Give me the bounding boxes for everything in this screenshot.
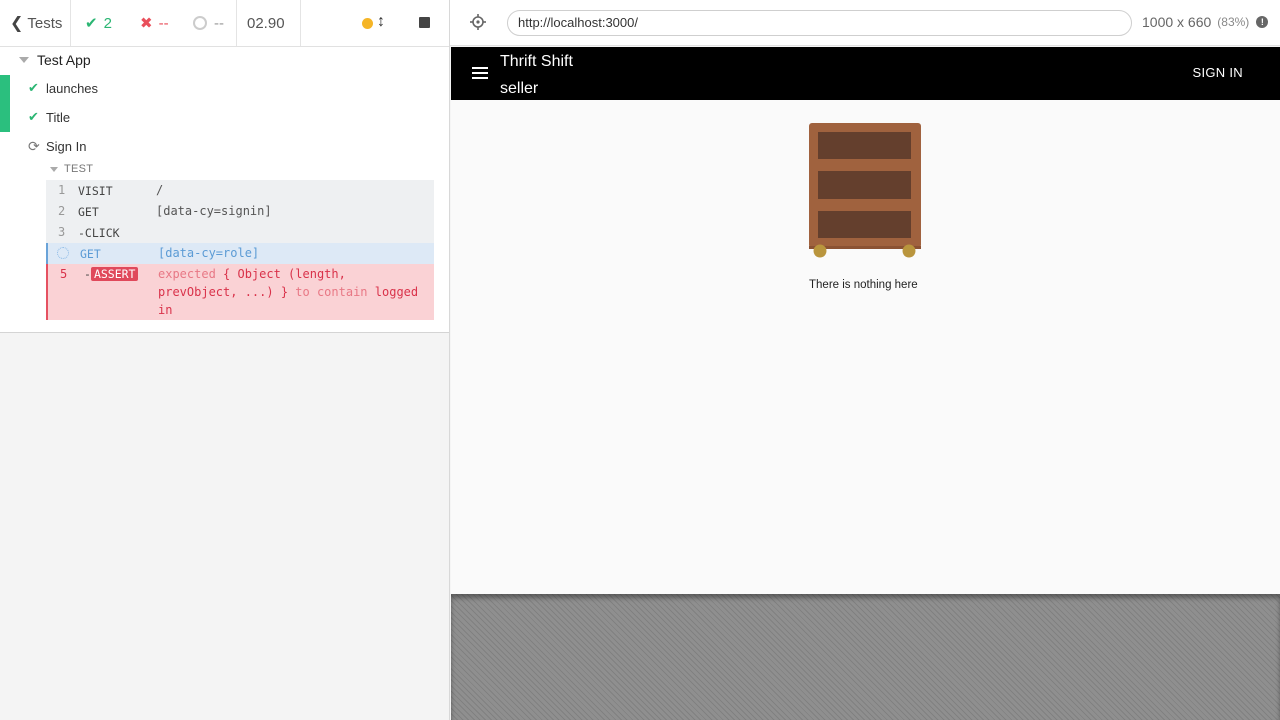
command-number: 3 (58, 225, 66, 239)
chevron-left-icon: ❮ (10, 15, 24, 32)
test-launches[interactable]: ✔ launches (28, 77, 98, 99)
command-name: VISIT (78, 184, 113, 198)
empty-state-message: There is nothing here (809, 279, 918, 291)
hook-header[interactable]: TEST (50, 161, 93, 177)
command-number: 5 (60, 267, 68, 281)
assert-badge: ASSERT (90, 267, 139, 281)
auto-scroll-toggle-icon[interactable]: ↕ (377, 13, 385, 31)
test-title-row[interactable]: ✔ Title (28, 106, 70, 128)
check-icon: ✔ (85, 15, 98, 32)
check-icon: ✔ (28, 80, 39, 95)
check-icon: ✔ (28, 109, 39, 124)
viewport-info: 1000 x 660 (83%) ! (1142, 14, 1269, 30)
command-list: 1 VISIT / 2 GET [data-cy=signin] 3 -CLIC… (46, 180, 434, 320)
failed-count[interactable]: ✖ -- (140, 0, 169, 46)
command-number: 2 (58, 204, 66, 218)
hook-label: TEST (64, 163, 94, 175)
command-row-failed[interactable]: 5 - ASSERT expected { Object (length, pre… (46, 264, 434, 320)
empty-drawer-icon (809, 123, 921, 258)
pending-count[interactable]: -- (193, 0, 224, 46)
aut-header: http://localhost:3000/ 1000 x 660 (83%) … (450, 0, 1280, 46)
menu-icon[interactable] (472, 67, 488, 79)
app-subtitle: seller (500, 80, 539, 97)
pending-value: -- (214, 14, 224, 32)
app-bar: Thrift Shift seller SIGN IN (451, 47, 1280, 100)
test-title: launches (46, 80, 99, 96)
passed-count[interactable]: ✔ 2 (85, 0, 112, 46)
tests-label: Tests (27, 14, 63, 32)
loading-spinner-icon (57, 247, 69, 259)
command-prefix: - (84, 267, 91, 281)
test-title: Sign In (46, 138, 87, 154)
duration: 02.90 (247, 14, 285, 32)
passed-indicator-bar (0, 75, 10, 132)
aut-iframe: Thrift Shift seller SIGN IN There is not… (451, 47, 1280, 594)
stop-button[interactable] (419, 17, 430, 28)
assert-keyword: to contain (295, 285, 368, 299)
command-message: [data-cy=role] (158, 246, 260, 260)
app-title-line: Thrift Shift (500, 53, 573, 70)
divider (70, 0, 71, 46)
command-row-pending[interactable]: GET [data-cy=role] (46, 243, 434, 264)
runnables-list: Test App ✔ launches ✔ Title ⟳ Sign In TE… (0, 47, 449, 333)
command-row[interactable]: 1 VISIT / (46, 180, 434, 201)
selector-playground-crosshair-icon[interactable] (470, 14, 486, 30)
running-indicator-icon (362, 18, 373, 29)
aut-background-area (451, 594, 1280, 720)
command-message: [data-cy=signin] (156, 204, 272, 218)
viewport-size: 1000 x 660 (1142, 14, 1212, 30)
caret-down-icon (19, 57, 29, 63)
command-number: 1 (58, 183, 66, 197)
assert-keyword: expected (158, 267, 216, 281)
divider (236, 0, 237, 46)
reporter-header: ❮ Tests ✔ 2 ✖ -- -- 02.90 ↕ (0, 0, 449, 47)
command-name: -CLICK (78, 226, 120, 240)
info-icon[interactable]: ! (1256, 16, 1269, 28)
command-name: GET (78, 205, 99, 219)
refresh-icon: ⟳ (28, 137, 40, 154)
reporter-panel: ❮ Tests ✔ 2 ✖ -- -- 02.90 ↕ Test App ✔ l… (0, 0, 450, 720)
tests-button[interactable]: ❮ Tests (10, 0, 62, 46)
test-sign-in[interactable]: ⟳ Sign In (28, 135, 86, 157)
suite-header[interactable]: Test App (0, 49, 91, 71)
viewport-scale: (83%) (1217, 15, 1250, 29)
passed-value: 2 (103, 14, 112, 32)
command-row[interactable]: 3 -CLICK (46, 222, 434, 243)
cross-icon: ✖ (140, 15, 153, 32)
command-name: GET (80, 247, 101, 261)
suite-title: Test App (37, 52, 91, 68)
sign-in-button[interactable]: SIGN IN (1193, 65, 1244, 80)
failed-value: -- (158, 14, 169, 32)
command-message: / (156, 183, 164, 197)
command-name: - ASSERT (84, 267, 139, 281)
app-title: Thrift Shift seller (500, 48, 600, 102)
url-bar[interactable]: http://localhost:3000/ (507, 10, 1132, 36)
divider (300, 0, 301, 46)
pending-ring-icon (193, 16, 207, 30)
test-title: Title (46, 109, 71, 125)
assertion-message: expected { Object (length, prevObject, .… (158, 265, 432, 319)
command-row[interactable]: 2 GET [data-cy=signin] (46, 201, 434, 222)
caret-down-icon (50, 166, 58, 172)
